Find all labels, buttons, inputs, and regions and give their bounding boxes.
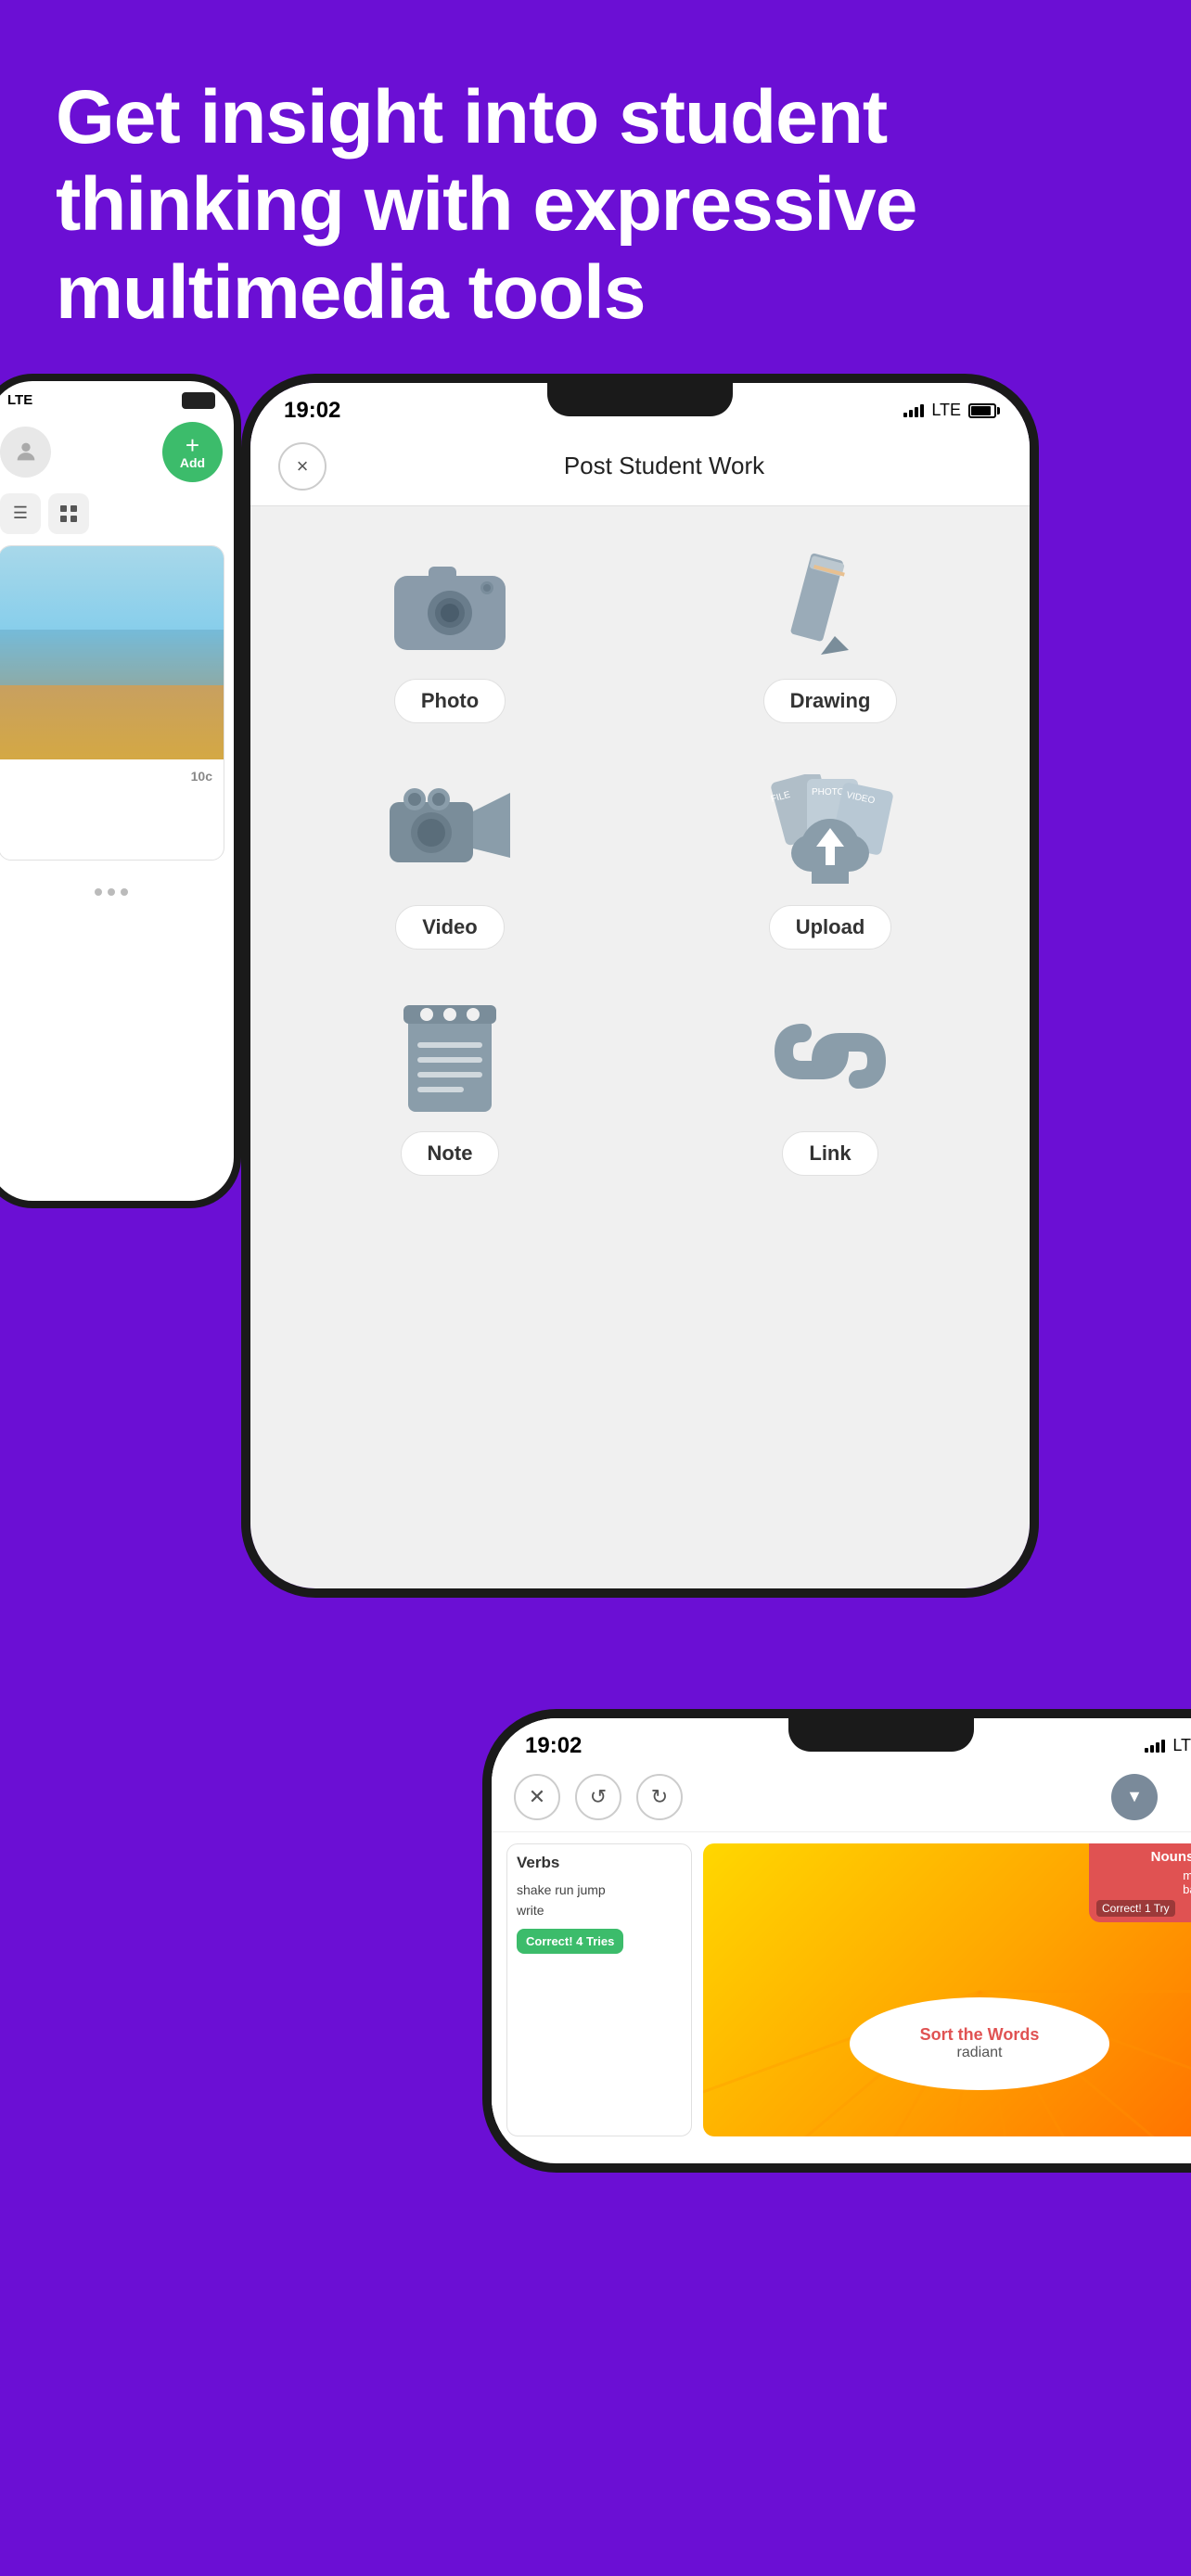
second-phone-header: ✕ ↺ ↻ ▼ ✓	[492, 1766, 1191, 1832]
nouns-title: Nouns	[1096, 1849, 1191, 1865]
redo-btn[interactable]: ↻	[636, 1774, 683, 1820]
card-badge: 10c	[191, 769, 212, 784]
post-student-work-header: × Post Student Work	[250, 431, 1030, 506]
notepad-icon	[394, 996, 506, 1116]
list-view-btn[interactable]: ☰	[0, 493, 41, 534]
second-signal	[1145, 1740, 1165, 1753]
note-icon-wrap	[376, 996, 524, 1116]
main-phone: 19:02 LTE ×	[241, 374, 1039, 1598]
close-button[interactable]: ×	[278, 442, 327, 491]
hero-title: Get insight into student thinking with e…	[56, 74, 1135, 337]
sort-oval: Sort the Words radiant	[850, 1997, 1109, 2090]
note-label: Note	[401, 1131, 500, 1176]
left-avatar	[0, 427, 51, 478]
left-status-lte: LTE	[7, 392, 32, 408]
lte-label: LTE	[931, 401, 961, 420]
hero-section: Get insight into student thinking with e…	[0, 0, 1191, 374]
main-status-right: LTE	[903, 401, 996, 420]
video-camera-icon	[385, 779, 515, 881]
verify-btn[interactable]: Correct! 4 Tries	[517, 1929, 623, 1954]
photo-item[interactable]: Photo	[297, 543, 603, 723]
left-card: 10c	[0, 545, 224, 861]
add-button[interactable]: + Add	[162, 422, 223, 482]
link-label: Link	[782, 1131, 877, 1176]
svg-text:PHOTO: PHOTO	[812, 787, 845, 797]
grid-view-btn[interactable]	[48, 493, 89, 534]
second-notch	[788, 1718, 974, 1752]
dropdown-btn[interactable]: ▼	[1111, 1774, 1158, 1820]
left-statusbar: LTE	[0, 381, 234, 414]
sort-oval-word: radiant	[957, 2045, 1003, 2061]
second-close-btn[interactable]: ✕	[514, 1774, 560, 1820]
left-card-image	[0, 546, 224, 759]
left-battery	[182, 392, 215, 409]
nouns-panel: Nouns mid picture baby apple Correct! 1 …	[1089, 1843, 1191, 1922]
left-card-footer: 10c	[0, 759, 224, 793]
chain-link-icon	[765, 1001, 895, 1112]
camera-icon	[390, 553, 510, 655]
noun-word-1: mid picture	[1096, 1868, 1191, 1882]
video-item[interactable]: Video	[297, 770, 603, 950]
video-label: Video	[395, 905, 505, 950]
second-phone: 19:02 LTE ✕ ↺ ↻	[482, 1709, 1191, 2173]
drawing-item[interactable]: Drawing	[677, 543, 983, 723]
sort-content-area: Verbs shake run jump write Correct! 4 Tr…	[492, 1832, 1191, 2148]
nouns-check: Correct! 1 Try	[1096, 1900, 1175, 1917]
left-view-controls: ☰	[0, 493, 223, 534]
second-lte: LTE	[1172, 1736, 1191, 1755]
media-grid: Photo Drawing	[250, 506, 1030, 1213]
noun-word-2: baby apple	[1096, 1882, 1191, 1896]
upload-item[interactable]: FILE PHOTO VIDEO	[677, 770, 983, 950]
upload-label: Upload	[769, 905, 892, 950]
header-title: Post Student Work	[327, 452, 1002, 480]
battery-icon	[968, 403, 996, 418]
main-status-time: 19:02	[284, 398, 340, 424]
verbs-panel: Verbs shake run jump write Correct! 4 Tr…	[506, 1843, 692, 2136]
left-phone: LTE + Add ☰	[0, 374, 241, 1208]
drawing-icon-wrap	[756, 543, 904, 664]
sort-main-area: Nouns mid picture baby apple Correct! 1 …	[703, 1843, 1191, 2136]
second-status-time: 19:02	[525, 1733, 582, 1759]
upload-icon-wrap: FILE PHOTO VIDEO	[756, 770, 904, 890]
second-status-right: LTE	[1145, 1736, 1191, 1755]
note-item[interactable]: Note	[297, 996, 603, 1176]
photo-icon-wrap	[376, 543, 524, 664]
left-bottom-dots	[0, 870, 234, 914]
pencil-icon	[779, 548, 881, 659]
signal-bars	[903, 404, 924, 417]
phones-container: LTE + Add ☰	[0, 374, 1191, 2506]
cloud-upload-icon: FILE PHOTO VIDEO	[761, 774, 900, 886]
notch	[547, 383, 733, 416]
video-icon-wrap	[376, 770, 524, 890]
link-icon-wrap	[756, 996, 904, 1116]
photo-label: Photo	[394, 679, 506, 723]
verbs-words: shake run jump write	[517, 1880, 682, 1921]
verbs-title: Verbs	[517, 1854, 682, 1872]
undo-btn[interactable]: ↺	[575, 1774, 621, 1820]
sort-oval-title: Sort the Words	[920, 2025, 1040, 2045]
drawing-label: Drawing	[763, 679, 898, 723]
link-item[interactable]: Link	[677, 996, 983, 1176]
